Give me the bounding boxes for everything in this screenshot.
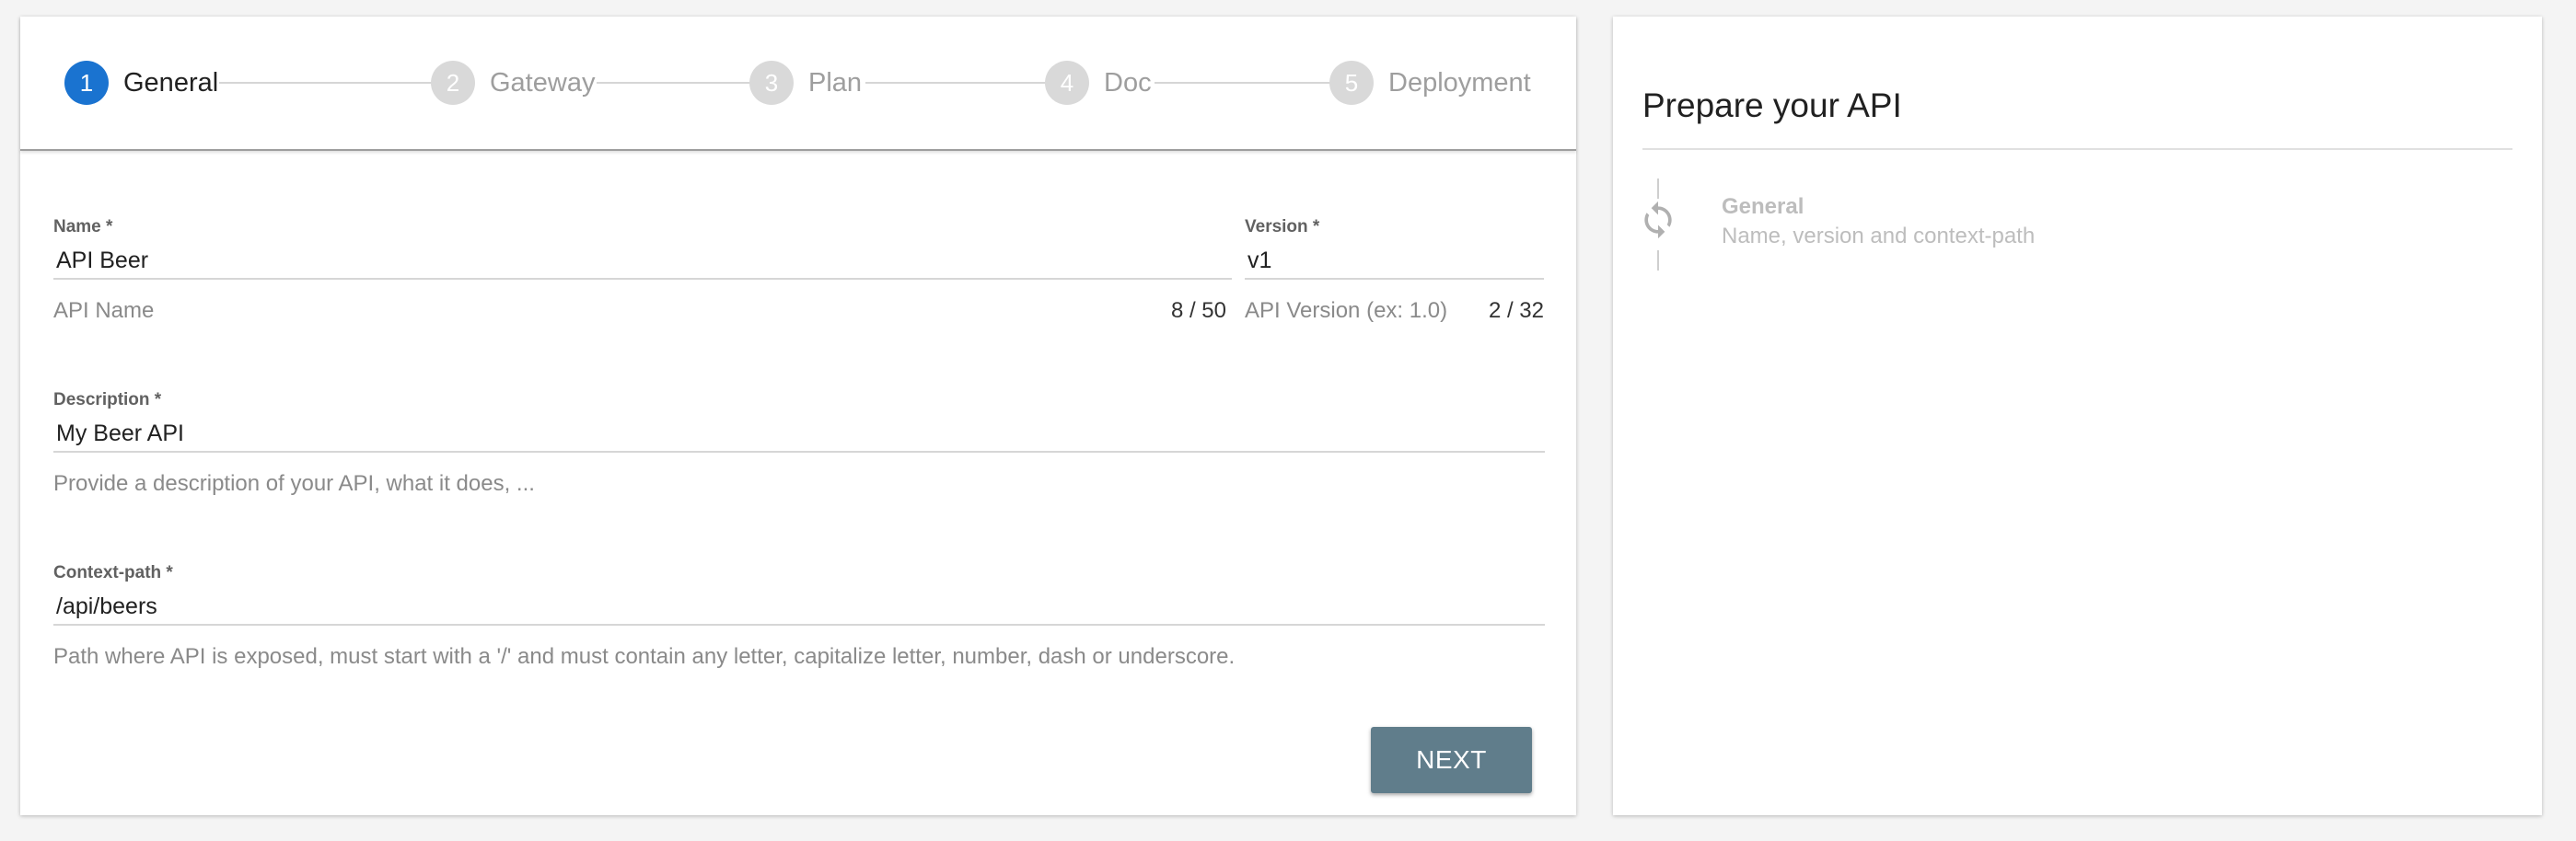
version-label: Version *	[1245, 217, 1320, 236]
sync-icon	[1638, 197, 1678, 243]
step-number-badge: 3	[749, 61, 794, 105]
summary-step-connector-bottom	[1657, 250, 1659, 271]
step-gateway[interactable]: 2 Gateway	[431, 61, 595, 105]
wizard-stepper: 1 General 2 Gateway 3 Plan 4 Doc 5 Deplo…	[20, 17, 1576, 151]
summary-step-subtitle: Name, version and context-path	[1722, 224, 2036, 248]
step-number-badge: 2	[431, 61, 475, 105]
api-creation-wizard: 1 General 2 Gateway 3 Plan 4 Doc 5 Deplo…	[20, 17, 1576, 815]
step-number-badge: 5	[1329, 61, 1374, 105]
step-label: Plan	[808, 67, 863, 98]
name-input[interactable]	[53, 243, 1232, 280]
step-label: Gateway	[490, 67, 596, 98]
name-counter: 8 / 50	[1170, 298, 1226, 323]
step-number-badge: 4	[1045, 61, 1089, 105]
step-label: Doc	[1104, 67, 1152, 98]
summary-step-connector-top	[1657, 179, 1659, 199]
context-path-label: Context-path *	[53, 563, 173, 582]
step-label: Deployment	[1388, 67, 1531, 98]
step-general[interactable]: 1 General	[64, 61, 218, 105]
description-label: Description *	[53, 390, 162, 409]
summary-title: Prepare your API	[1642, 86, 1902, 124]
summary-step-title: General	[1722, 194, 1804, 219]
version-counter: 2 / 32	[1488, 298, 1544, 323]
version-hint: API Version (ex: 1.0)	[1245, 298, 1448, 323]
next-button[interactable]: NEXT	[1371, 727, 1532, 793]
step-number-badge: 1	[64, 61, 109, 105]
context-path-hint: Path where API is exposed, must start wi…	[53, 644, 1236, 669]
summary-divider	[1642, 148, 2512, 150]
step-connector	[219, 82, 436, 84]
description-hint: Provide a description of your API, what …	[53, 471, 535, 496]
description-input[interactable]	[53, 416, 1545, 453]
summary-panel: Prepare your API General Name, version a…	[1613, 17, 2542, 815]
step-connector	[1155, 82, 1335, 84]
name-hint: API Name	[53, 298, 155, 323]
name-label: Name *	[53, 217, 113, 236]
step-deployment[interactable]: 5 Deployment	[1329, 61, 1531, 105]
version-input[interactable]	[1245, 243, 1544, 280]
step-plan[interactable]: 3 Plan	[749, 61, 862, 105]
step-connector	[865, 82, 1050, 84]
step-doc[interactable]: 4 Doc	[1045, 61, 1152, 105]
step-label: General	[123, 67, 219, 98]
step-connector	[597, 82, 755, 84]
context-path-input[interactable]	[53, 589, 1545, 626]
